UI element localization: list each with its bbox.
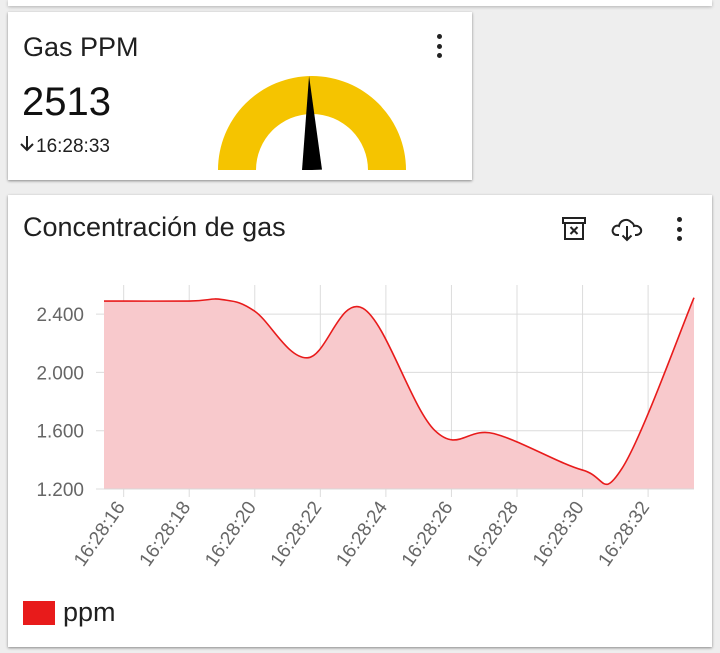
gas-ppm-card: Gas PPM 2513 16:28:33 (8, 12, 472, 180)
x-tick-label: 16:28:28 (463, 498, 523, 571)
x-tick-label: 16:28:16 (70, 498, 130, 571)
y-tick-label: 1.200 (36, 480, 84, 501)
legend-swatch-ppm (23, 600, 55, 625)
y-tick-label: 2.000 (36, 363, 84, 384)
x-tick-label: 16:28:22 (267, 498, 327, 571)
x-tick-label: 16:28:24 (332, 497, 392, 570)
gas-chart-card: 1.200 1.600 2.000 2.400 16:28:16 16:28:18 16:2… (8, 195, 712, 647)
gas-ppm-title: Gas PPM (23, 32, 139, 62)
gas-chart: 1.2001.6002.0002.40016:28:16 16:28:18 16:2… (36, 285, 695, 571)
arrow-down-icon (20, 136, 34, 152)
chart-title: Concentración de gas (23, 212, 286, 242)
gas-ppm-value: 2513 (22, 80, 111, 124)
delete-icon[interactable] (560, 215, 588, 243)
legend-label-ppm: ppm (63, 597, 116, 627)
chart-legend[interactable]: ppm (23, 597, 116, 628)
x-tick-label: 16:28:30 (529, 498, 589, 571)
x-tick-label: 16:28:20 (201, 498, 261, 571)
more-vert-icon[interactable] (430, 32, 448, 60)
x-tick-label: 16:28:32 (595, 498, 655, 571)
last-update: 16:28:33 (18, 134, 110, 158)
timestamp-text: 16:28:33 (36, 136, 110, 157)
y-tick-label: 1.600 (36, 422, 84, 443)
y-tick-label: 2.400 (36, 305, 84, 326)
x-tick-label: 16:28:26 (398, 498, 458, 571)
more-vert-icon[interactable] (670, 215, 688, 243)
cloud-download-icon[interactable] (610, 213, 644, 245)
series-area-ppm (104, 297, 694, 489)
gauge (218, 76, 406, 170)
previous-card-edge (8, 0, 712, 6)
x-tick-label: 16:28:18 (136, 498, 196, 571)
